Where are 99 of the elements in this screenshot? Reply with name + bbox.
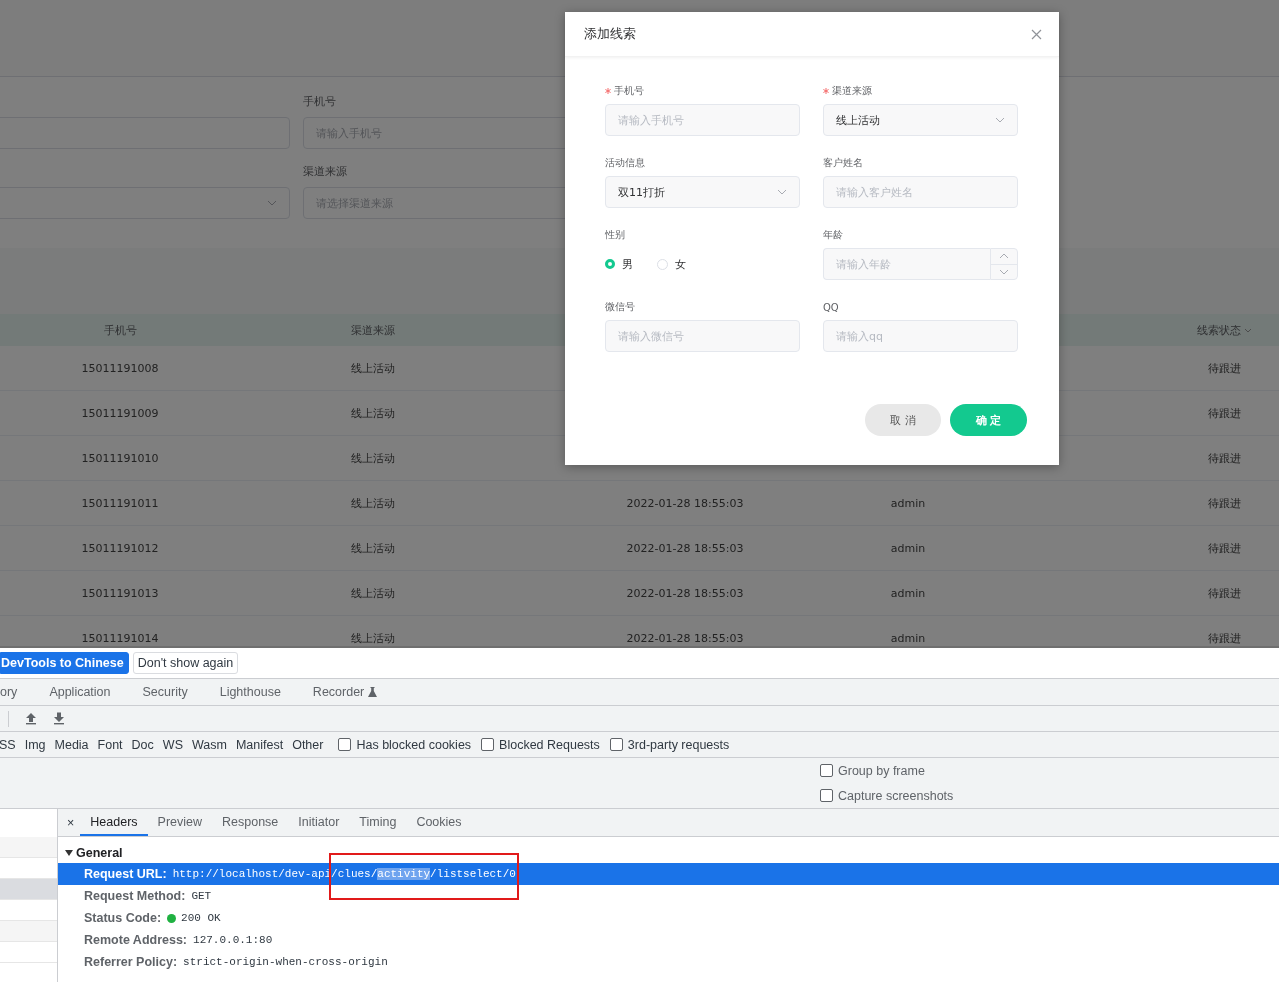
type-filter[interactable]: WS [162, 737, 183, 752]
table-cell: 线上活动 [351, 585, 395, 601]
detail-tab[interactable]: Headers [80, 809, 148, 836]
type-filter[interactable]: Media [54, 737, 89, 752]
checkbox[interactable]: Blocked Requests [481, 737, 600, 752]
table-cell: admin [890, 631, 926, 645]
table-cell: 线上活动 [351, 540, 395, 556]
request-row[interactable] [0, 879, 57, 900]
type-filter[interactable]: Manifest [235, 737, 284, 752]
table-cell: 待跟进 [1207, 630, 1241, 646]
section-header[interactable]: General [58, 843, 1279, 863]
type-filter[interactable]: Img [24, 737, 46, 752]
table-cell: admin [890, 496, 926, 510]
field-label: 渠道来源 [832, 84, 872, 98]
required-asterisk-icon [605, 88, 611, 94]
request-row[interactable] [0, 837, 57, 858]
download-icon[interactable] [53, 712, 65, 725]
table-cell: 15011191011 [81, 496, 159, 510]
panel-tab[interactable]: Security [125, 685, 203, 699]
table-cell: 线上活动 [351, 495, 395, 511]
table-cell: 15011191008 [81, 361, 159, 375]
header-name: Status Code: [84, 911, 162, 925]
dialog-title: 添加线索 [584, 25, 636, 43]
field-label: 客户姓名 [823, 156, 863, 170]
banner-button[interactable]: Don't show again [132, 652, 239, 674]
select-field[interactable] [0, 187, 290, 219]
table-cell: admin [890, 541, 926, 555]
type-filter[interactable]: Wasm [191, 737, 227, 752]
header-name: Remote Address: [84, 933, 188, 947]
required-asterisk-icon [823, 88, 829, 94]
panel-tab[interactable]: Lighthouse [202, 685, 296, 699]
header-value: 127.0.0.1:80 [193, 934, 273, 946]
table-cell: 15011191013 [81, 586, 159, 600]
table-cell: 待跟进 [1207, 405, 1241, 421]
table-cell: 15011191009 [81, 406, 159, 420]
field-label: 手机号 [303, 94, 337, 110]
checkbox[interactable]: 3rd-party requests [609, 737, 730, 752]
field-label: 渠道来源 [303, 164, 348, 180]
type-filter[interactable]: SS [0, 737, 16, 752]
table-cell: 待跟进 [1207, 585, 1241, 601]
field-label: QQ [823, 301, 839, 313]
table-cell: 2022-01-28 18:55:03 [626, 541, 744, 555]
header-value: 200 OK [181, 912, 221, 924]
banner-button[interactable]: DevTools to Chinese [0, 652, 129, 674]
table-cell: 2022-01-28 18:55:03 [626, 631, 744, 645]
detail-tab[interactable]: Cookies [406, 809, 472, 836]
table-cell: 待跟进 [1207, 495, 1241, 511]
flask-icon [368, 687, 378, 697]
sort-caret-icon [1243, 327, 1252, 333]
field-label: 微信号 [605, 300, 635, 314]
select-field[interactable]: 线上活动 [823, 104, 1018, 136]
chevron-down-icon [777, 189, 787, 195]
detail-tab[interactable]: Initiator [288, 809, 350, 836]
field-label: 活动信息 [605, 156, 645, 170]
close-button[interactable]: × [66, 809, 81, 836]
upload-icon[interactable] [25, 712, 37, 725]
header-value: strict-origin-when-cross-origin [183, 956, 388, 968]
table-cell: 15011191014 [81, 631, 159, 645]
panel-tab[interactable]: Recorder [295, 685, 393, 699]
checkbox[interactable]: Has blocked cookies [338, 737, 472, 752]
table-cell: 待跟进 [1207, 450, 1241, 466]
select-field[interactable]: 双11打折 [605, 176, 800, 208]
radio-option[interactable]: 女 [657, 256, 686, 272]
table-cell: 线上活动 [351, 630, 395, 646]
field-label: 手机号 [614, 84, 644, 98]
field-label: 年龄 [823, 228, 843, 242]
table-cell: 线上活动 [351, 450, 395, 466]
table-cell: 15011191010 [81, 451, 159, 465]
header-name: Request URL: [84, 867, 167, 881]
chevron-down-icon [267, 200, 277, 206]
chevron-down-icon [999, 268, 1009, 275]
table-cell: admin [890, 586, 926, 600]
close-icon[interactable] [1031, 28, 1042, 40]
header-value: GET [191, 890, 212, 902]
cancel-button[interactable]: 取 消 [865, 404, 941, 436]
table-cell: 15011191012 [81, 541, 159, 555]
type-filter[interactable]: Other [292, 737, 324, 752]
table-cell: 待跟进 [1207, 360, 1241, 376]
chevron-up-icon [999, 253, 1009, 260]
checkbox[interactable]: Capture screenshots [820, 788, 1279, 803]
field-label: 性别 [605, 228, 625, 242]
table-cell: 2022-01-28 18:55:03 [626, 586, 744, 600]
type-filter[interactable]: Doc [131, 737, 154, 752]
detail-tab[interactable]: Response [212, 809, 289, 836]
type-filter[interactable]: Font [97, 737, 123, 752]
panel-tab[interactable]: Application [32, 685, 126, 699]
detail-tab[interactable]: Preview [147, 809, 213, 836]
panel-tab[interactable]: ory [0, 685, 33, 699]
radio-option[interactable]: 男 [605, 256, 633, 272]
request-row[interactable] [0, 921, 57, 942]
table-cell: 待跟进 [1207, 540, 1241, 556]
header-name: Request Method: [84, 889, 186, 903]
table-cell: 线上活动 [351, 360, 395, 376]
detail-tab[interactable]: Timing [349, 809, 407, 836]
table-cell: 线上活动 [351, 405, 395, 421]
table-cell: 2022-01-28 18:55:03 [626, 496, 744, 510]
checkbox[interactable]: Group by frame [820, 763, 1279, 778]
header-name: Referrer Policy: [84, 955, 178, 969]
chevron-down-icon [995, 117, 1005, 123]
